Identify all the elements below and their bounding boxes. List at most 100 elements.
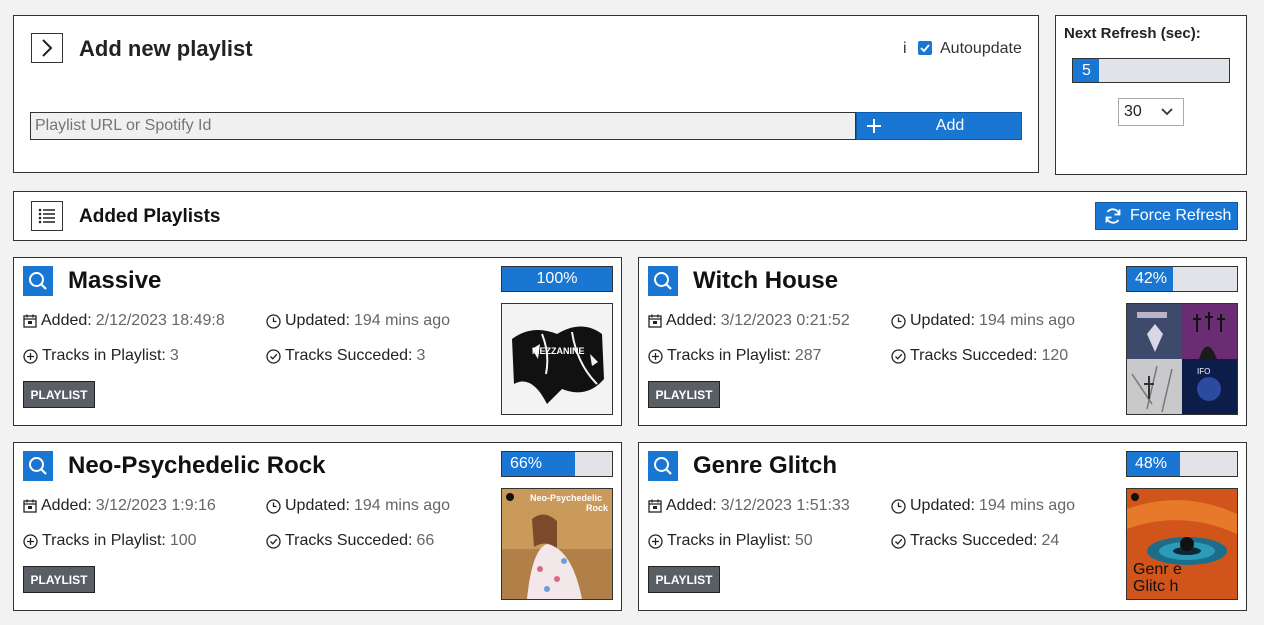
updated-row: Updated: 194 mins ago: [891, 497, 1075, 515]
playlist-tag: PLAYLIST: [648, 566, 720, 593]
updated-value: 194 mins ago: [353, 312, 450, 329]
tracks-label: Tracks in Playlist:: [42, 532, 166, 549]
added-label: Added:: [41, 312, 92, 329]
autoupdate-label[interactable]: Autoupdate: [940, 40, 1022, 58]
updated-value: 194 mins ago: [978, 497, 1075, 514]
search-button[interactable]: [648, 451, 678, 481]
expand-button[interactable]: [31, 33, 63, 63]
check-circle-icon: [266, 533, 281, 549]
succeeded-value: 120: [1041, 347, 1069, 364]
added-label: Added:: [666, 497, 717, 514]
tracks-label: Tracks in Playlist:: [42, 347, 166, 364]
succeeded-value: 24: [1041, 532, 1060, 549]
refresh-countdown-bar: 5: [1072, 58, 1230, 83]
chevron-right-icon: [42, 39, 53, 57]
added-value: 3/12/2023 1:51:33: [720, 497, 850, 514]
search-icon: [654, 272, 672, 290]
force-refresh-button[interactable]: Force Refresh: [1095, 202, 1238, 230]
refresh-panel: Next Refresh (sec): 5 30: [1055, 15, 1247, 175]
playlist-name: Witch House: [693, 267, 839, 294]
add-playlist-title: Add new playlist: [79, 36, 253, 61]
search-button[interactable]: [648, 266, 678, 296]
playlist-progress-bar: 100%: [501, 266, 613, 292]
list-toggle-button[interactable]: [31, 201, 63, 231]
playlist-tag: PLAYLIST: [648, 381, 720, 408]
force-refresh-label: Force Refresh: [1130, 207, 1232, 224]
playlist-progress-label: 48%: [1135, 455, 1168, 472]
added-label: Added:: [41, 497, 92, 514]
updated-row: Updated: 194 mins ago: [266, 497, 450, 515]
chevron-down-icon: [1161, 108, 1173, 116]
playlist-progress-bar: 48%: [1126, 451, 1238, 477]
album-cover: Genr e Glitc h: [1126, 488, 1238, 600]
updated-row: Updated: 194 mins ago: [266, 312, 450, 330]
album-cover-text: MEZZANINE: [532, 346, 585, 356]
tracks-value: 50: [794, 532, 813, 549]
album-cover-image: MEZZANINE: [502, 304, 612, 414]
playlist-card: Witch House 42% Added: 3/12/2023 0:21:52 …: [638, 257, 1247, 426]
tracks-row: Tracks in Playlist: 100: [23, 532, 197, 550]
clock-icon: [266, 498, 281, 514]
search-button[interactable]: [23, 451, 53, 481]
autoupdate-checkbox[interactable]: [918, 41, 932, 55]
added-label: Added:: [666, 312, 717, 329]
album-cover-text: Neo-Psychedelic: [530, 493, 602, 503]
list-icon: [38, 208, 55, 224]
refresh-interval-value: 30: [1124, 103, 1142, 120]
succeeded-row: Tracks Succeded: 24: [891, 532, 1059, 550]
clock-icon: [891, 313, 906, 329]
added-playlists-header: Added Playlists Force Refresh: [13, 191, 1247, 241]
add-playlist-panel: Add new playlist i Autoupdate Add: [13, 15, 1039, 173]
album-cover-image: IFO: [1127, 304, 1237, 414]
succeeded-label: Tracks Succeded:: [910, 532, 1038, 549]
updated-label: Updated:: [910, 497, 975, 514]
playlist-name: Neo-Psychedelic Rock: [68, 452, 326, 479]
refresh-interval-select[interactable]: 30: [1118, 98, 1184, 126]
playlist-name: Massive: [68, 267, 162, 294]
info-icon[interactable]: i: [903, 40, 907, 58]
updated-value: 194 mins ago: [353, 497, 450, 514]
succeeded-value: 3: [416, 347, 426, 364]
updated-label: Updated:: [910, 312, 975, 329]
album-cover-image: Neo-Psychedelic Rock: [502, 489, 612, 599]
search-button[interactable]: [23, 266, 53, 296]
add-button[interactable]: Add: [856, 112, 1022, 140]
calendar-icon: [648, 499, 662, 513]
playlist-name: Genre Glitch: [693, 452, 838, 479]
playlist-progress-bar: 42%: [1126, 266, 1238, 292]
plus-circle-icon: [648, 533, 663, 549]
playlist-tag: PLAYLIST: [23, 566, 95, 593]
updated-value: 194 mins ago: [978, 312, 1075, 329]
search-icon: [29, 457, 47, 475]
clock-icon: [891, 498, 906, 514]
check-circle-icon: [891, 348, 906, 364]
plus-circle-icon: [23, 533, 38, 549]
playlist-tag: PLAYLIST: [23, 381, 95, 408]
tracks-label: Tracks in Playlist:: [667, 347, 791, 364]
calendar-icon: [23, 314, 37, 328]
clock-icon: [266, 313, 281, 329]
succeeded-label: Tracks Succeded:: [285, 347, 413, 364]
playlist-progress-label: 66%: [510, 455, 543, 472]
check-circle-icon: [266, 348, 281, 364]
calendar-icon: [648, 314, 662, 328]
tracks-value: 287: [794, 347, 822, 364]
album-cover: MEZZANINE: [501, 303, 613, 415]
added-row: Added: 3/12/2023 1:51:33: [648, 497, 850, 515]
updated-label: Updated:: [285, 312, 350, 329]
plus-circle-icon: [648, 348, 663, 364]
succeeded-row: Tracks Succeded: 3: [266, 347, 425, 365]
tracks-row: Tracks in Playlist: 3: [23, 347, 179, 365]
svg-text:IFO: IFO: [1197, 367, 1210, 376]
playlist-url-input[interactable]: [30, 112, 856, 140]
added-value: 3/12/2023 1:9:16: [95, 497, 216, 514]
plus-circle-icon: [23, 348, 38, 364]
added-value: 3/12/2023 0:21:52: [720, 312, 850, 329]
search-icon: [654, 457, 672, 475]
album-cover: Neo-Psychedelic Rock: [501, 488, 613, 600]
add-button-label: Add: [935, 117, 965, 134]
added-value: 2/12/2023 18:49:8: [95, 312, 225, 329]
check-icon: [920, 44, 930, 53]
tracks-value: 3: [169, 347, 179, 364]
updated-label: Updated:: [285, 497, 350, 514]
